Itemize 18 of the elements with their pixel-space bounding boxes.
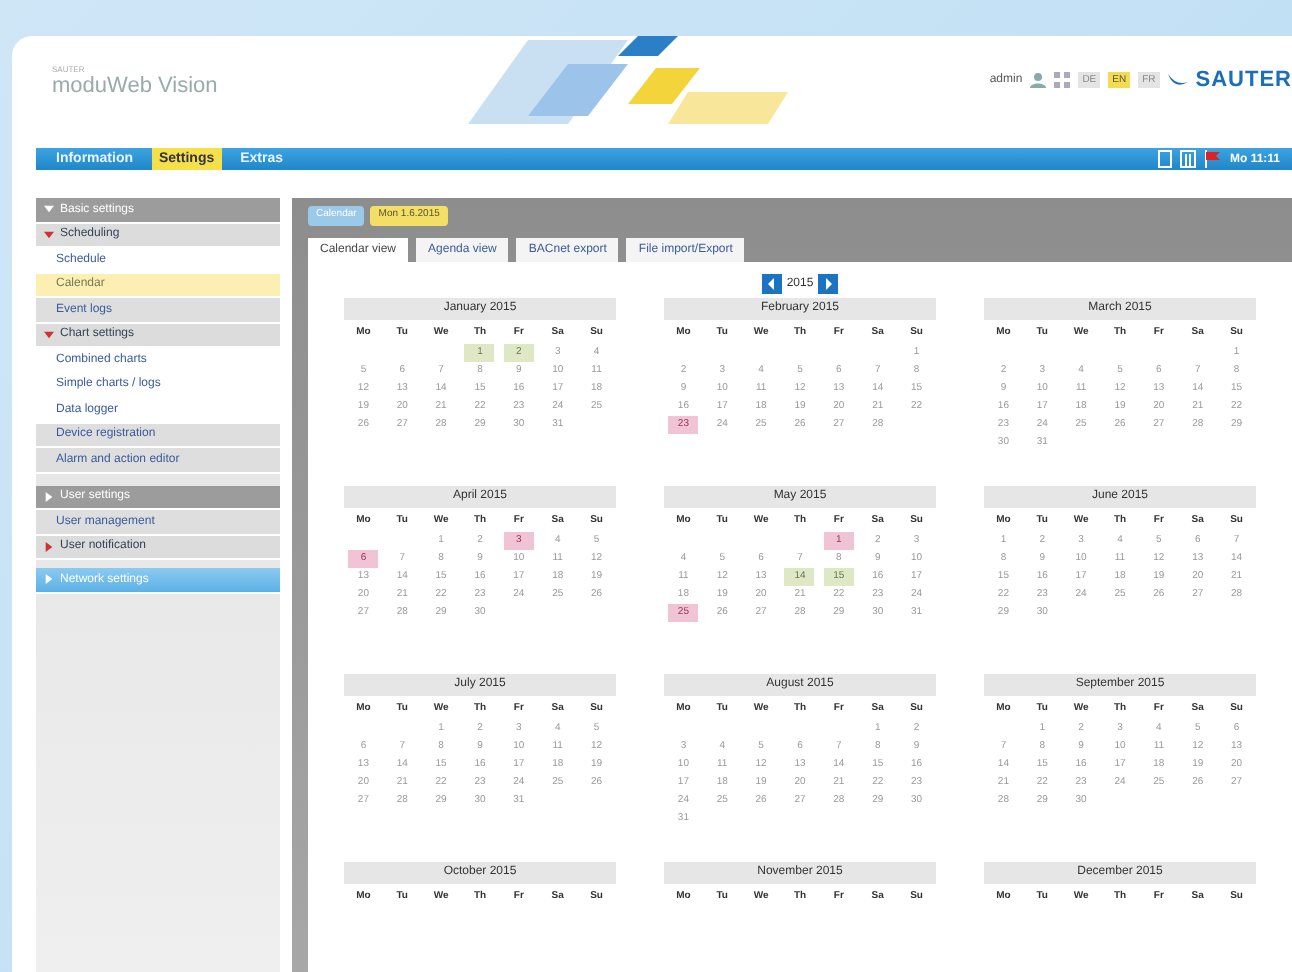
next-year-button[interactable] <box>817 274 838 294</box>
left-arrow-icon <box>766 278 779 290</box>
product-name: moduWeb Vision <box>52 73 220 97</box>
expanded-triangle-icon <box>44 229 54 240</box>
user-icon[interactable] <box>1030 72 1047 88</box>
grid-icon[interactable] <box>1054 72 1071 88</box>
expanded-triangle-icon <box>44 329 54 340</box>
swoosh-icon <box>1167 72 1188 88</box>
document-icon[interactable] <box>1157 150 1172 168</box>
collapsed-triangle-icon <box>44 491 54 502</box>
collapsed-triangle-icon <box>44 541 54 552</box>
right-arrow-icon <box>821 278 834 290</box>
company-logo: SAUTER <box>1195 68 1292 92</box>
collapsed-triangle-icon <box>44 574 54 585</box>
flag-icon[interactable] <box>1203 150 1222 168</box>
previous-year-button[interactable] <box>762 274 783 294</box>
building-icon[interactable] <box>1179 150 1196 168</box>
expanded-triangle-icon <box>44 204 54 215</box>
